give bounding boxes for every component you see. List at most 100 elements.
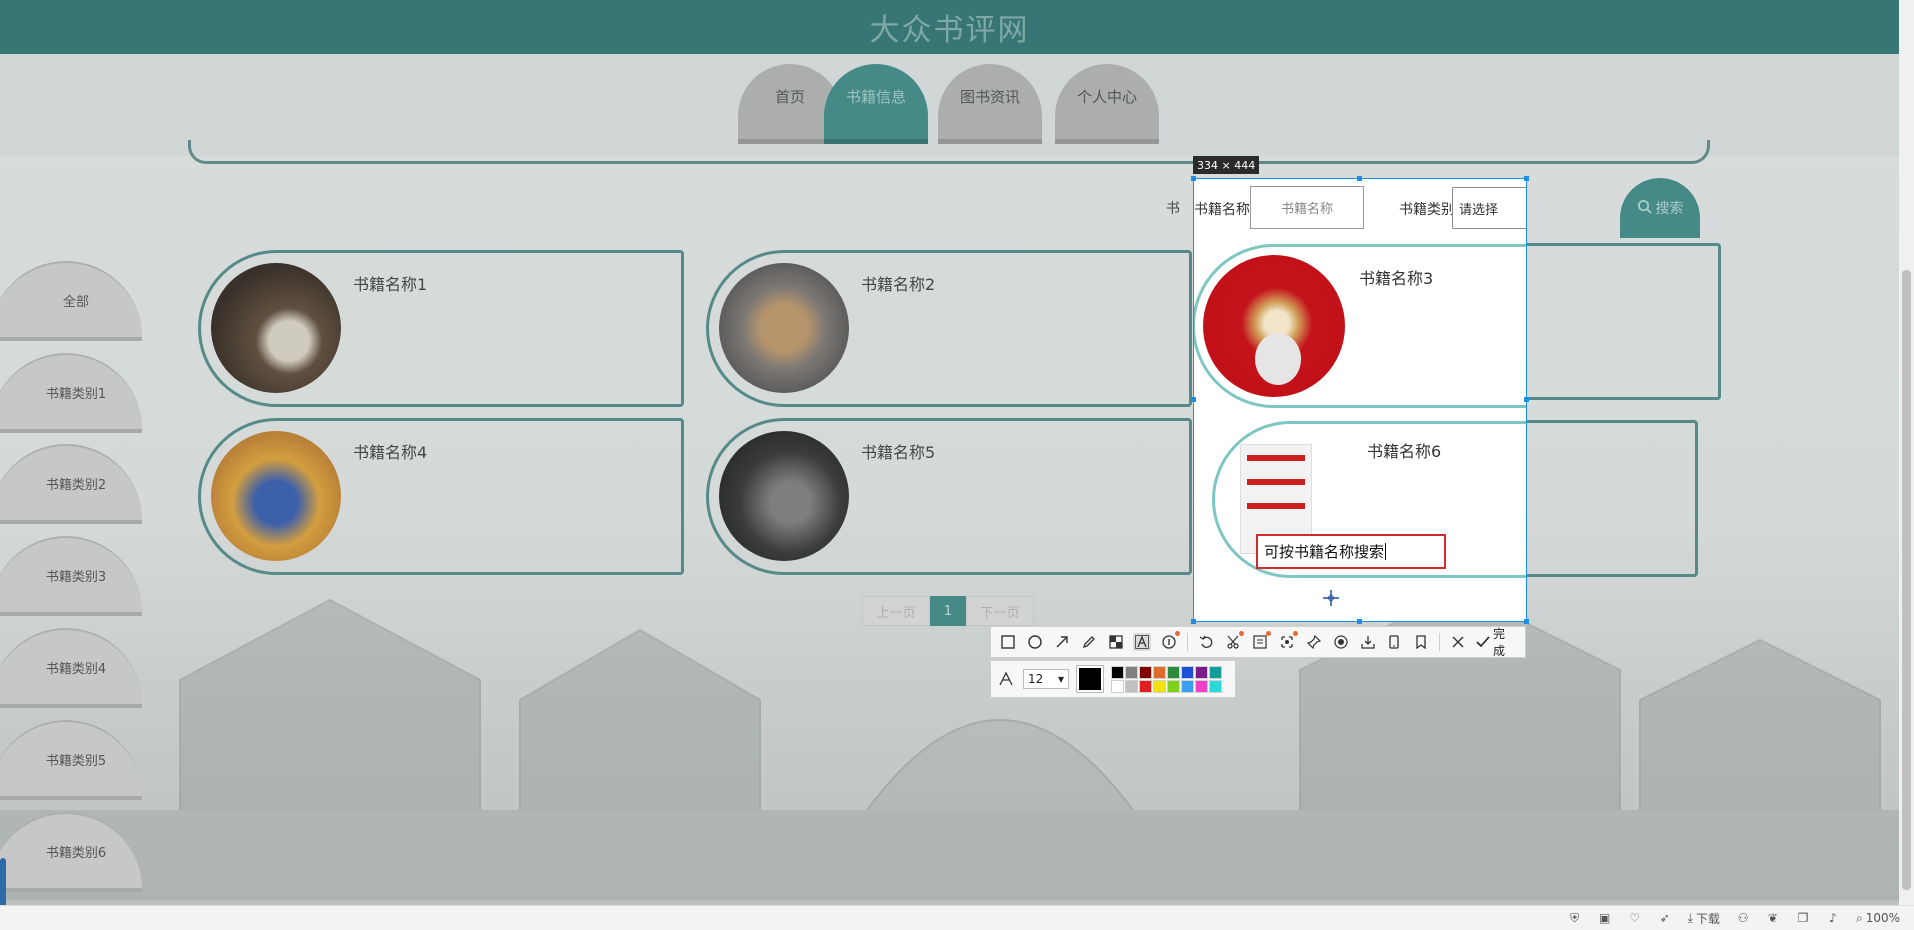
text-tool-icon[interactable] — [1133, 633, 1152, 651]
sidebar-item-category-1[interactable]: 书籍类别1 — [0, 353, 142, 433]
crop-scissors-icon[interactable] — [1224, 631, 1245, 651]
zoom-label: 100% — [1865, 911, 1900, 925]
sidebar-item-category-3[interactable]: 书籍类别3 — [0, 536, 142, 616]
download-save-icon[interactable] — [1359, 633, 1377, 651]
color-swatch[interactable] — [1181, 679, 1194, 693]
download-status[interactable]: ⤓ 下载 — [1688, 910, 1720, 927]
selection-handle-bottom[interactable] — [1357, 619, 1362, 624]
sidebar-item-label: 书籍类别1 — [45, 386, 107, 402]
color-swatch[interactable] — [1125, 679, 1138, 693]
scrollbar-thumb[interactable] — [1902, 270, 1911, 890]
window-icon[interactable]: ❐ — [1796, 911, 1810, 925]
book-cover-image — [1203, 255, 1345, 397]
image-icon[interactable]: ▣ — [1598, 911, 1612, 925]
site-header: 大众书评网 — [0, 0, 1899, 54]
left-edge-handle[interactable] — [0, 858, 6, 910]
color-swatch[interactable] — [1195, 679, 1208, 693]
ellipse-tool-icon[interactable] — [1026, 633, 1044, 651]
selection-handle-top[interactable] — [1357, 176, 1362, 181]
book-card-2[interactable]: 书籍名称2 — [706, 250, 1192, 407]
color-swatch[interactable] — [1195, 665, 1208, 679]
tab-label: 首页 — [774, 88, 805, 106]
sidebar-item-label: 全部 — [62, 294, 89, 310]
book-card-5[interactable]: 书籍名称5 — [706, 418, 1192, 575]
screenshot-toolbar: 完成 — [990, 626, 1526, 658]
text-annotation-box[interactable]: 可按书籍名称搜索 — [1256, 534, 1446, 569]
font-size-select[interactable]: 12 ▾ — [1023, 669, 1069, 689]
heart-icon[interactable]: ♡ — [1628, 911, 1642, 925]
selection-handle-left[interactable] — [1191, 397, 1196, 402]
color-palette — [1111, 665, 1222, 693]
sidebar-item-all[interactable]: 全部 — [0, 261, 142, 341]
pin-icon[interactable] — [1305, 633, 1323, 651]
color-swatch[interactable] — [1153, 679, 1166, 693]
color-swatch[interactable] — [1167, 665, 1180, 679]
download-label: 下载 — [1695, 911, 1720, 926]
rocket-icon[interactable]: ➶ — [1658, 911, 1672, 925]
color-swatch[interactable] — [1209, 665, 1222, 679]
scroll-capture-icon[interactable] — [1278, 631, 1298, 651]
zoom-status[interactable]: ⌕ 100% — [1856, 911, 1900, 926]
color-swatch[interactable] — [1139, 679, 1152, 693]
color-swatch[interactable] — [1153, 665, 1166, 679]
search-name-label: 书籍名称 — [1194, 202, 1250, 218]
number-marker-tool-icon[interactable] — [1160, 631, 1181, 651]
mosaic-tool-icon[interactable] — [1107, 633, 1125, 651]
page-number-current[interactable]: 1 — [930, 596, 966, 626]
selection-handle-bottom-right[interactable] — [1524, 619, 1529, 624]
close-icon[interactable] — [1449, 633, 1467, 651]
current-color-swatch[interactable] — [1076, 665, 1104, 693]
ocr-text-icon[interactable] — [1251, 631, 1271, 651]
next-page-button[interactable]: 下一页 — [966, 596, 1034, 626]
sidebar-item-label: 书籍类别4 — [45, 661, 107, 677]
color-swatch[interactable] — [1125, 665, 1138, 679]
selection-size-label: 334 × 444 — [1193, 156, 1260, 174]
arrow-tool-icon[interactable] — [1053, 633, 1071, 651]
book-name-search-input[interactable]: 书籍名称 — [1250, 186, 1364, 229]
sidebar-item-label: 书籍类别6 — [45, 845, 107, 861]
search-button[interactable]: 搜索 — [1620, 178, 1700, 238]
search-input-placeholder: 书籍名称 — [1280, 202, 1333, 217]
phone-send-icon[interactable] — [1385, 633, 1403, 651]
selection-handle-top-left[interactable] — [1191, 176, 1196, 181]
page-scrollbar[interactable] — [1899, 0, 1914, 905]
prev-page-button[interactable]: 上一页 — [862, 596, 930, 626]
book-card-4[interactable]: 书籍名称4 — [198, 418, 684, 575]
rectangle-tool-icon[interactable] — [999, 633, 1017, 651]
book-card-1[interactable]: 书籍名称1 — [198, 250, 684, 407]
selection-handle-bottom-left[interactable] — [1191, 619, 1196, 624]
color-swatch[interactable] — [1209, 679, 1222, 693]
color-swatch[interactable] — [1181, 665, 1194, 679]
pencil-tool-icon[interactable] — [1080, 633, 1098, 651]
chevron-down-icon: ▾ — [1057, 672, 1064, 686]
banner-frame — [188, 140, 1710, 164]
speaker-icon[interactable]: ♪ — [1826, 911, 1840, 925]
record-icon[interactable] — [1332, 633, 1350, 651]
done-button[interactable]: 完成 — [1476, 625, 1517, 659]
shield-icon[interactable]: ⛨ — [1568, 911, 1582, 925]
book-category-select[interactable]: 请选择 — [1452, 187, 1526, 229]
book-cover-image — [211, 263, 341, 393]
selection-handle-right[interactable] — [1524, 397, 1529, 402]
font-icon — [997, 670, 1015, 688]
glasses-icon[interactable]: ⚇ — [1736, 911, 1750, 925]
text-caret — [1385, 543, 1387, 560]
leaf-icon[interactable]: ❦ — [1766, 911, 1780, 925]
toolbar-separator — [1187, 633, 1189, 651]
undo-icon[interactable] — [1197, 633, 1215, 651]
download-icon: ⤓ — [1687, 910, 1693, 925]
color-swatch[interactable] — [1111, 665, 1124, 679]
bookmark-collect-icon[interactable] — [1412, 633, 1430, 651]
sidebar-item-category-2[interactable]: 书籍类别2 — [0, 444, 142, 524]
book-title: 书籍名称3 — [1359, 269, 1434, 288]
text-style-toolbar: 12 ▾ — [990, 660, 1236, 698]
color-swatch[interactable] — [1111, 679, 1124, 693]
book-title: 书籍名称1 — [353, 275, 428, 294]
book-title: 书籍名称4 — [353, 443, 428, 462]
crosshair-cursor-icon — [1323, 590, 1339, 606]
tab-label: 图书资讯 — [959, 88, 1020, 106]
check-icon — [1476, 636, 1490, 648]
color-swatch[interactable] — [1139, 665, 1152, 679]
selection-handle-top-right[interactable] — [1524, 176, 1529, 181]
color-swatch[interactable] — [1167, 679, 1180, 693]
